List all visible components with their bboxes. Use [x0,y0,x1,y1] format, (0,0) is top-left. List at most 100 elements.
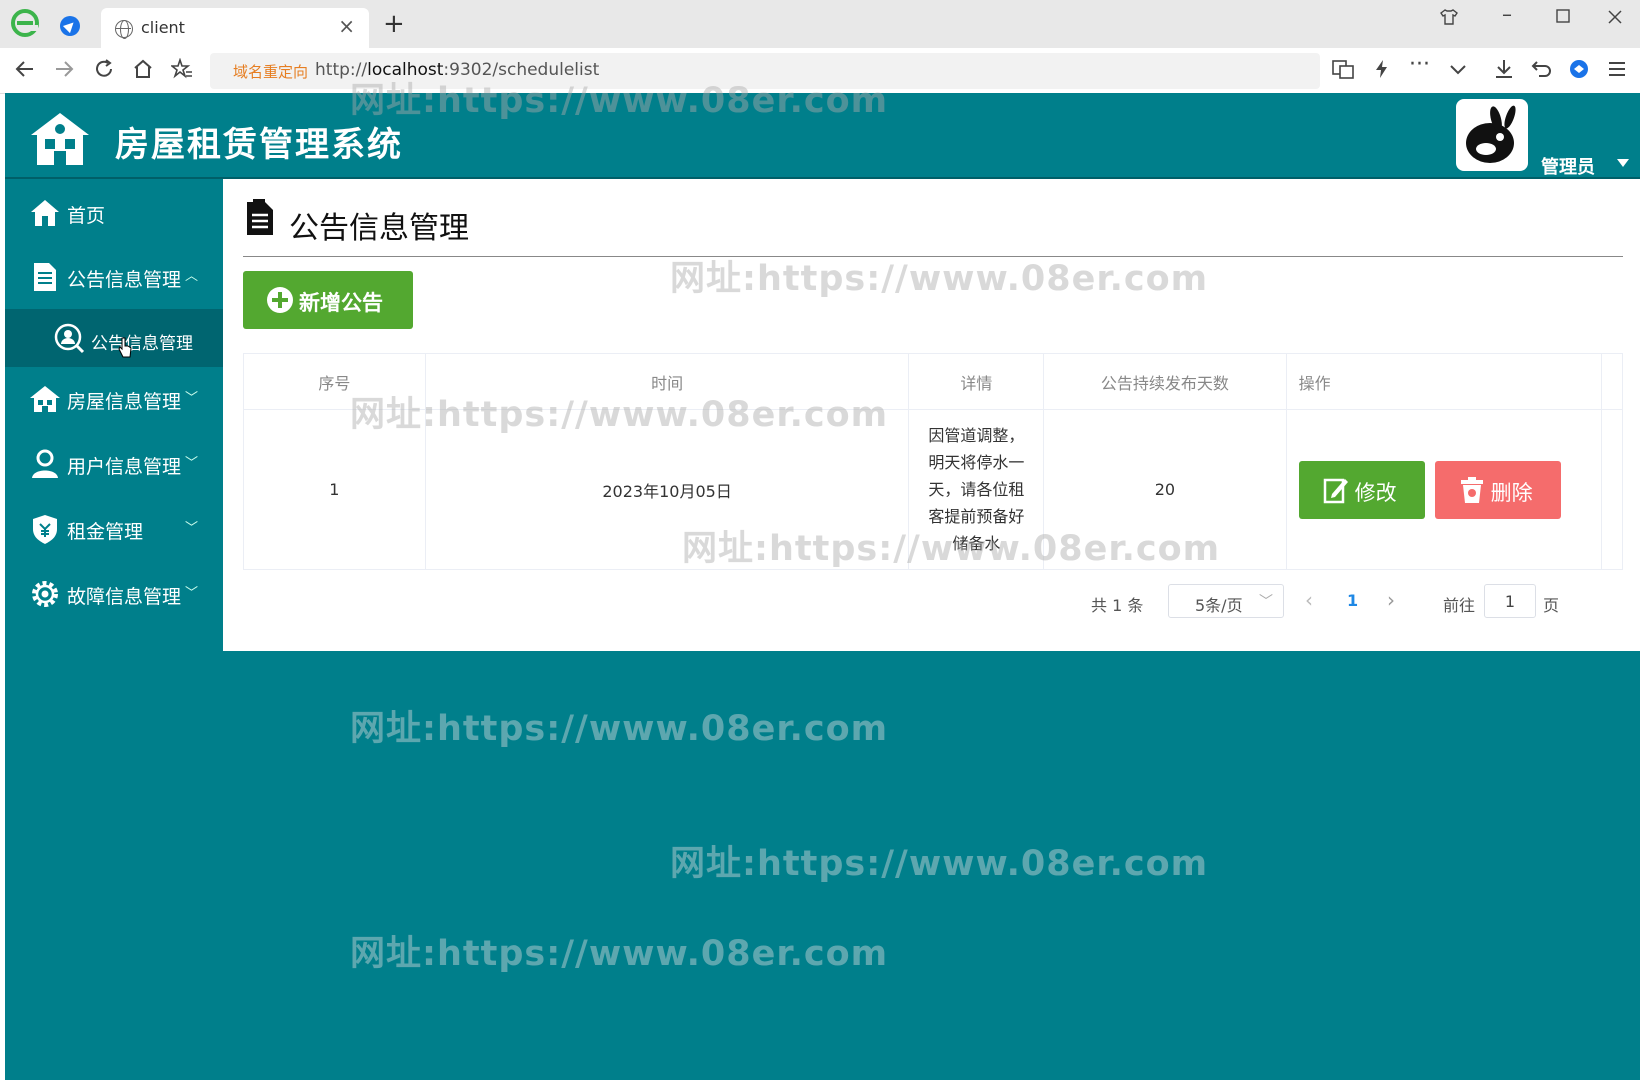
tab-title: client [141,18,185,37]
cell-time: 2023年10月05日 [424,409,910,570]
sidebar-item-rent[interactable]: 租金管理 ﹀ [5,499,223,559]
prev-page-icon[interactable]: ‹ [1305,588,1313,612]
page-title: 公告信息管理 [289,211,469,246]
table-header-row: 序号 时间 详情 公告持续发布天数 操作 [243,353,1623,410]
table-row: 1 2023年10月05日 因管道调整，明天将停水一天，请各位租客提前预备好储备… [243,409,1623,570]
gear-icon [32,581,58,607]
edit-button[interactable]: 修改 [1298,460,1425,519]
sidebar-item-houses[interactable]: 房屋信息管理 ﹀ [5,369,223,429]
minimize-icon[interactable]: – [1502,4,1512,24]
delete-button[interactable]: 删除 [1434,460,1561,519]
add-announcement-button[interactable]: 新增公告 [243,271,413,329]
browser-logo-icon[interactable] [10,8,40,38]
cell-index: 1 [243,409,426,570]
shirt-icon[interactable] [1440,8,1458,26]
trash-icon [1460,476,1483,503]
maximize-icon[interactable] [1556,9,1570,23]
sidebar-subitem-label: 公告信息管理 [91,334,193,354]
next-page-icon[interactable]: › [1387,588,1395,612]
column-header-detail: 详情 [908,353,1045,410]
document-icon [34,263,56,291]
chevron-down-icon: ﹀ [1259,594,1273,610]
sidebar-item-label: 故障信息管理 [67,586,182,608]
lightning-icon[interactable] [1371,58,1393,80]
column-gutter [1601,353,1623,410]
avatar[interactable] [1456,99,1528,171]
address-bar[interactable]: 域名重定向 http://localhost:9302/schedulelist [210,53,1320,89]
pagination-total: 共 1 条 [1091,596,1144,615]
sidebar-item-label: 首页 [67,205,106,227]
chevron-down-icon: ﹀ [185,391,199,406]
page-suffix: 页 [1543,596,1560,615]
column-header-time: 时间 [424,353,910,410]
document-icon [247,199,273,235]
edit-icon [1323,478,1348,503]
pinned-site-icon[interactable] [60,16,80,36]
row-gutter [1601,409,1623,570]
sidebar-item-faults[interactable]: 故障信息管理 ﹀ [5,564,223,624]
caret-down-icon[interactable] [1617,159,1629,167]
translate-icon[interactable] [1332,58,1354,80]
page-number[interactable]: 1 [1347,591,1358,610]
cell-days: 20 [1043,409,1287,570]
home-icon[interactable] [132,58,154,80]
sidebar-item-users[interactable]: 用户信息管理 ﹀ [5,434,223,494]
url-text[interactable]: http://localhost:9302/schedulelist [315,60,599,80]
cell-actions: 修改 删除 [1285,409,1603,570]
cell-detail: 因管道调整，明天将停水一天，请各位租客提前预备好储备水 [908,409,1045,570]
close-tab-icon[interactable]: × [338,16,355,36]
add-button-label: 新增公告 [299,291,383,315]
chevron-down-icon: ﹀ [185,521,199,536]
more-icon[interactable]: ··· [1409,54,1430,76]
sidebar-item-home[interactable]: 首页 [5,183,223,243]
delete-button-label: 删除 [1490,480,1533,505]
page-size-select[interactable]: 5条/页 ﹀ [1168,584,1284,618]
detail-text: 因管道调整，明天将停水一天，请各位租客提前预备好储备水 [928,426,1025,553]
chevron-up-icon: ︿ [185,269,199,284]
undo-icon[interactable] [1531,58,1553,80]
page-size-value: 5条/页 [1195,596,1243,615]
bookmark-star-icon[interactable] [171,58,193,80]
pagination: 共 1 条 5条/页 ﹀ ‹ 1 › 前往 1 页 [223,584,1640,620]
sidebar-item-label: 房屋信息管理 [67,391,182,413]
house-logo-icon [31,113,89,165]
back-icon[interactable] [14,58,36,80]
sidebar: 首页 公告信息管理 ︿ 公告信息管理 房屋信息管理 ﹀ 用户信息管理 ﹀ 租金管… [5,179,223,649]
user-icon [32,449,58,478]
app-header: 房屋租赁管理系统 管理员 [5,93,1640,179]
reload-icon[interactable] [93,58,115,80]
home-icon [31,200,59,226]
globe-icon [115,20,133,39]
sidebar-subitem-announcement-manage[interactable]: 公告信息管理 [5,309,223,367]
close-window-icon[interactable] [1607,9,1623,25]
hand-cursor-icon [118,337,132,358]
chevron-down-icon[interactable] [1447,58,1469,80]
browser-tab[interactable]: client × [101,8,369,48]
chevron-down-icon: ﹀ [185,586,199,601]
main-content: 公告信息管理 新增公告 序号 时间 详情 公告持续发布天数 操作 1 2023年… [223,179,1640,651]
house-icon [30,386,60,412]
sidebar-item-label: 租金管理 [67,521,144,543]
menu-icon[interactable] [1606,58,1628,80]
edit-button-label: 修改 [1354,480,1397,505]
extension-icon[interactable] [1568,58,1590,80]
new-tab-button[interactable]: + [383,11,405,37]
browser-nav-bar: 域名重定向 http://localhost:9302/schedulelist… [0,48,1640,94]
column-header-days: 公告持续发布天数 [1043,353,1287,410]
admin-name[interactable]: 管理员 [1541,153,1595,179]
goto-label: 前往 [1443,596,1476,615]
chevron-down-icon: ﹀ [185,456,199,471]
sidebar-item-label: 公告信息管理 [67,269,182,291]
search-person-icon [54,323,85,354]
panda-avatar-icon [1466,105,1516,163]
forward-icon[interactable] [53,58,75,80]
redirect-label: 域名重定向 [233,63,309,81]
download-icon[interactable] [1493,58,1515,80]
system-title: 房屋租赁管理系统 [115,125,403,165]
page-header: 公告信息管理 [243,193,1623,257]
sidebar-item-label: 用户信息管理 [67,456,182,478]
sidebar-item-announcements[interactable]: 公告信息管理 ︿ [5,247,223,307]
add-circle-icon [267,287,293,313]
goto-page-input[interactable]: 1 [1484,584,1536,618]
shield-money-icon [33,515,57,544]
